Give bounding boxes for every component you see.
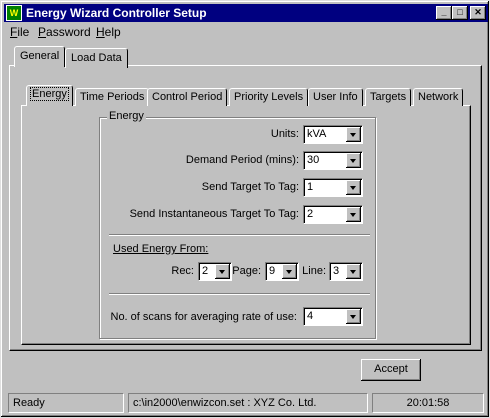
status-time: 20:01:58 (372, 393, 484, 413)
close-icon: ✕ (474, 7, 482, 17)
scans-label: No. of scans for averaging rate of use: (110, 311, 298, 323)
tab-targets[interactable]: Targets (365, 88, 412, 106)
tab-user-info[interactable]: User Info (308, 88, 363, 106)
page-select[interactable]: 9 (265, 262, 299, 281)
menu-password-mnemonic: P (38, 25, 47, 39)
status-state: Ready (8, 393, 124, 413)
chevron-down-icon[interactable] (346, 264, 361, 279)
send-instant-select[interactable]: 2 (303, 205, 363, 224)
chevron-down-icon[interactable] (346, 309, 361, 324)
rec-value: 2 (202, 265, 209, 277)
tab-time-periods[interactable]: Time Periods (75, 88, 150, 106)
line-select[interactable]: 3 (329, 262, 363, 281)
menu-bar: File Password Help (4, 23, 488, 41)
tab-energy-label: Energy (30, 87, 69, 101)
menu-password-rest: assword (46, 25, 91, 39)
used-energy-from-label: Used Energy From: (113, 243, 209, 255)
units-label: Units: (270, 128, 299, 140)
title-bar[interactable]: W Energy Wizard Controller Setup _ □ ✕ (4, 4, 488, 22)
chevron-down-icon[interactable] (282, 264, 297, 279)
status-bar: Ready c:\in2000\enwizcon.set : XYZ Co. L… (4, 391, 488, 415)
line-label: Line: (302, 265, 326, 277)
tab-network[interactable]: Network (413, 88, 464, 106)
menu-file-rest: ile (17, 25, 30, 39)
separator (109, 234, 370, 236)
main-window: W Energy Wizard Controller Setup _ □ ✕ F… (0, 0, 490, 418)
page-label: Page: (232, 265, 261, 277)
chevron-down-icon[interactable] (215, 264, 230, 279)
demand-period-value: 30 (307, 154, 320, 166)
chevron-down-icon[interactable] (346, 153, 361, 168)
units-select[interactable]: kVA (303, 125, 363, 144)
send-target-value: 1 (307, 181, 314, 193)
tab-energy[interactable]: Energy (26, 85, 73, 106)
tab-priority-levels[interactable]: Priority Levels (229, 88, 309, 106)
menu-help-mnemonic: H (96, 25, 105, 39)
send-target-label: Send Target To Tag: (201, 181, 299, 193)
tab-load-data[interactable]: Load Data (65, 48, 128, 68)
accept-button[interactable]: Accept (361, 359, 421, 381)
app-icon[interactable]: W (6, 5, 22, 21)
demand-period-select[interactable]: 30 (303, 151, 363, 170)
scans-select[interactable]: 4 (303, 307, 363, 326)
line-value: 3 (333, 265, 340, 277)
send-target-select[interactable]: 1 (303, 178, 363, 197)
menu-password[interactable]: Password (38, 25, 91, 39)
chevron-down-icon[interactable] (346, 127, 361, 142)
energy-group-label: Energy (107, 110, 146, 122)
status-file: c:\in2000\enwizcon.set : XYZ Co. Ltd. (128, 393, 368, 413)
minimize-button[interactable]: _ (436, 6, 452, 20)
close-button[interactable]: ✕ (470, 6, 486, 20)
tab-general[interactable]: General (14, 46, 66, 67)
maximize-icon: □ (457, 7, 463, 17)
minimize-icon: _ (441, 7, 447, 17)
units-value: kVA (307, 128, 327, 140)
rec-select[interactable]: 2 (198, 262, 232, 281)
send-instant-label: Send Instantaneous Target To Tag: (129, 208, 299, 220)
rec-label: Rec: (171, 265, 194, 277)
chevron-down-icon[interactable] (346, 180, 361, 195)
page-value: 9 (269, 265, 276, 277)
menu-file[interactable]: File (10, 25, 29, 39)
maximize-button[interactable]: □ (452, 6, 468, 20)
demand-period-label: Demand Period (mins): (185, 154, 299, 166)
menu-help[interactable]: Help (96, 25, 121, 39)
tab-control-period[interactable]: Control Period (147, 88, 228, 106)
chevron-down-icon[interactable] (346, 207, 361, 222)
send-instant-value: 2 (307, 208, 314, 220)
window-title: Energy Wizard Controller Setup (26, 6, 207, 20)
separator (109, 293, 370, 295)
menu-help-rest: elp (104, 25, 121, 39)
scans-value: 4 (307, 310, 314, 322)
